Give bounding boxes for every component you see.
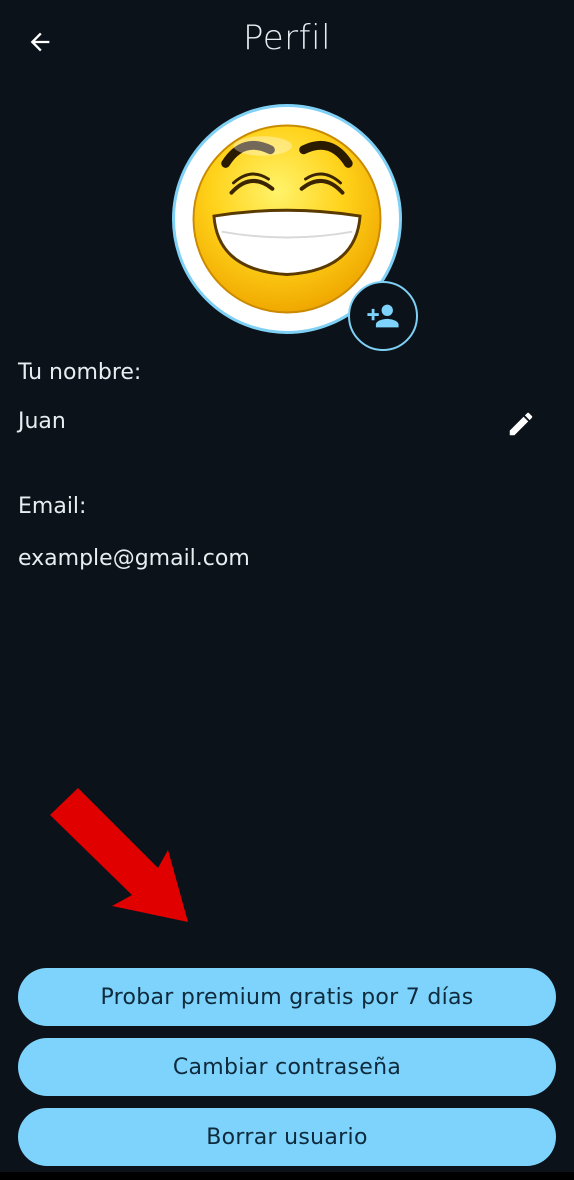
email-label: Email: <box>18 494 87 519</box>
name-label: Tu nombre: <box>18 360 142 385</box>
email-value: example@gmail.com <box>18 546 250 571</box>
bottom-edge <box>0 1172 574 1180</box>
try-premium-button[interactable]: Probar premium gratis por 7 días <box>18 968 556 1026</box>
add-photo-button[interactable] <box>348 281 418 351</box>
delete-user-button[interactable]: Borrar usuario <box>18 1108 556 1166</box>
page-title: Perfil <box>242 18 332 58</box>
edit-name-button[interactable] <box>501 404 541 444</box>
profile-screen: Perfil Tu nombre: Juan Email: example@gm… <box>0 0 574 1172</box>
pencil-icon <box>509 412 533 436</box>
change-password-button[interactable]: Cambiar contraseña <box>18 1038 556 1096</box>
name-value: Juan <box>18 409 66 434</box>
person-add-icon <box>367 304 399 328</box>
red-arrow-annotation <box>50 788 188 922</box>
